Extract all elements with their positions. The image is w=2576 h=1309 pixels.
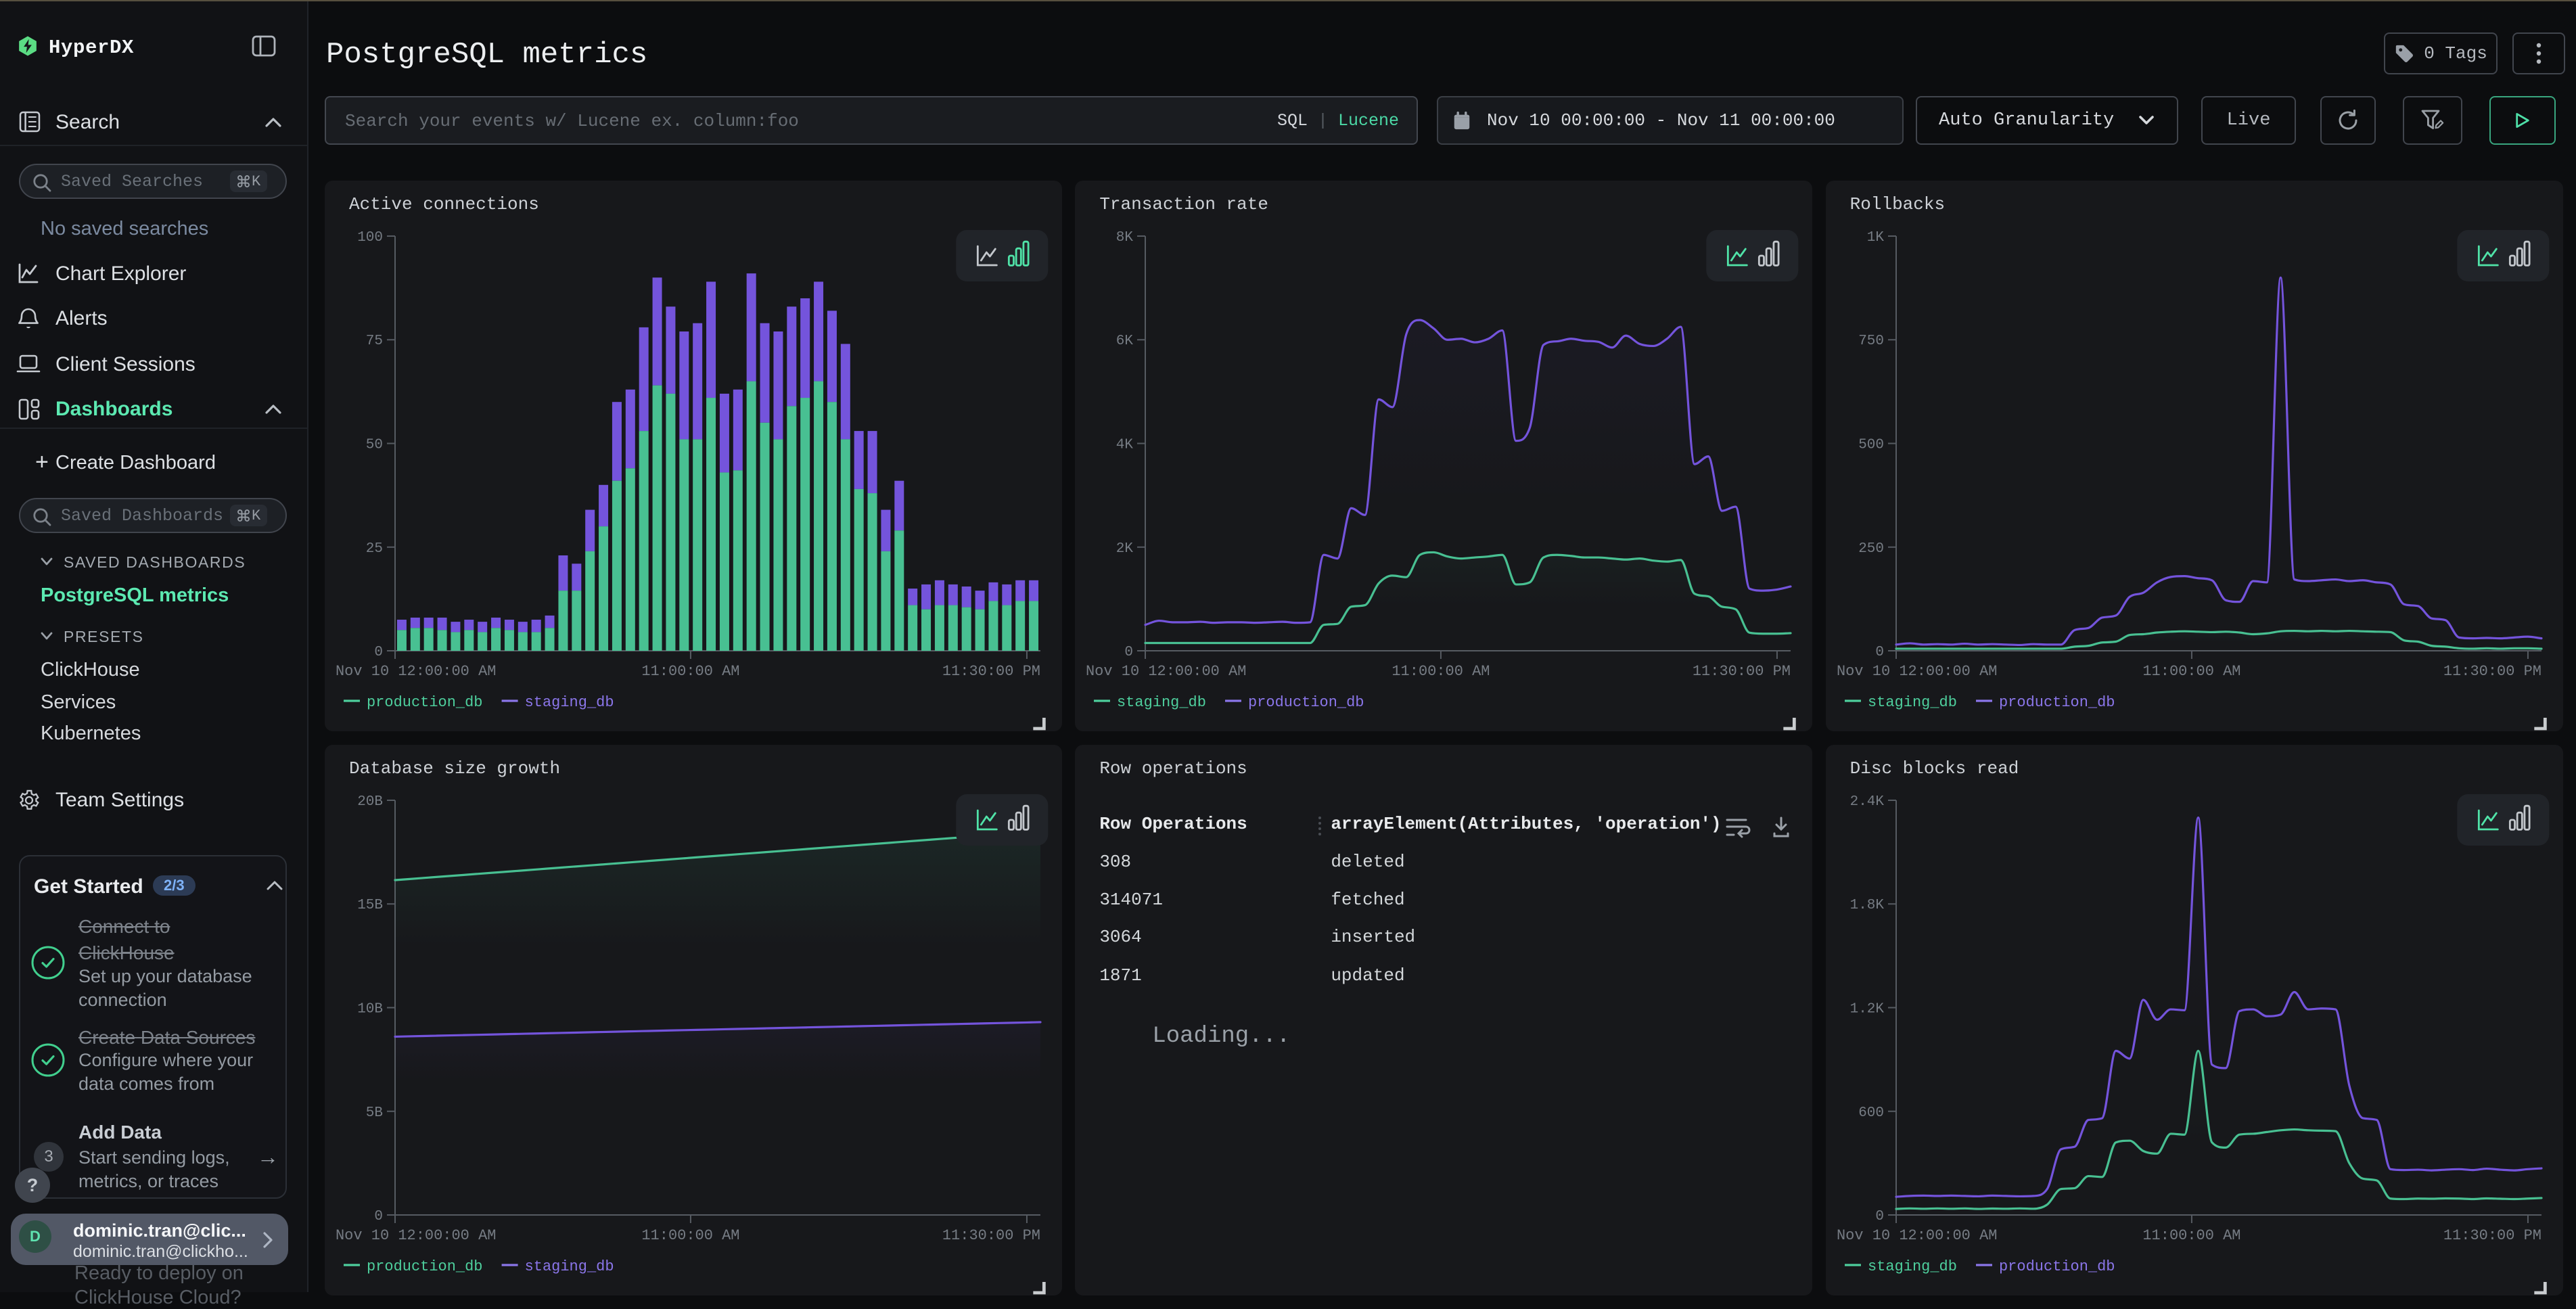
svg-text:500: 500	[1858, 438, 1884, 453]
svg-text:staging_db: staging_db	[525, 694, 614, 711]
svg-text:staging_db: staging_db	[525, 1258, 614, 1275]
svg-text:0: 0	[374, 645, 383, 660]
svg-text:2K: 2K	[1116, 541, 1134, 557]
svg-text:0: 0	[374, 1209, 383, 1224]
svg-text:production_db: production_db	[1999, 694, 2115, 711]
svg-text:11:30:00 PM: 11:30:00 PM	[2443, 1227, 2542, 1244]
svg-text:0: 0	[1875, 645, 1884, 660]
svg-text:Nov 10 12:00:00 AM: Nov 10 12:00:00 AM	[1837, 663, 1997, 680]
svg-text:11:30:00 PM: 11:30:00 PM	[2443, 663, 2542, 680]
svg-text:production_db: production_db	[367, 694, 483, 711]
svg-text:Nov 10 12:00:00 AM: Nov 10 12:00:00 AM	[1086, 663, 1246, 680]
svg-text:11:30:00 PM: 11:30:00 PM	[942, 1227, 1040, 1244]
svg-text:250: 250	[1858, 541, 1884, 557]
svg-text:8K: 8K	[1116, 230, 1134, 246]
svg-text:100: 100	[357, 230, 383, 246]
svg-text:600: 600	[1858, 1105, 1884, 1121]
svg-text:10B: 10B	[357, 1002, 383, 1017]
svg-text:6K: 6K	[1116, 334, 1134, 349]
svg-text:staging_db: staging_db	[1117, 694, 1206, 711]
svg-text:11:30:00 PM: 11:30:00 PM	[942, 663, 1040, 680]
svg-text:Nov 10 12:00:00 AM: Nov 10 12:00:00 AM	[336, 1227, 496, 1244]
svg-text:75: 75	[366, 334, 383, 349]
svg-text:11:00:00 AM: 11:00:00 AM	[1392, 663, 1490, 680]
svg-text:staging_db: staging_db	[1868, 1258, 1957, 1275]
svg-text:1.2K: 1.2K	[1849, 1002, 1884, 1017]
svg-text:1.8K: 1.8K	[1849, 898, 1884, 913]
svg-text:Nov 10 12:00:00 AM: Nov 10 12:00:00 AM	[336, 663, 496, 680]
svg-text:11:30:00 PM: 11:30:00 PM	[1693, 663, 1791, 680]
svg-text:11:00:00 AM: 11:00:00 AM	[641, 663, 739, 680]
svg-text:20B: 20B	[357, 794, 383, 810]
svg-text:50: 50	[366, 438, 383, 453]
svg-text:production_db: production_db	[367, 1258, 483, 1275]
svg-text:11:00:00 AM: 11:00:00 AM	[641, 1227, 739, 1244]
svg-text:25: 25	[366, 541, 383, 557]
svg-text:production_db: production_db	[1248, 694, 1364, 711]
svg-text:11:00:00 AM: 11:00:00 AM	[2142, 1227, 2240, 1244]
svg-text:750: 750	[1858, 334, 1884, 349]
svg-text:4K: 4K	[1116, 438, 1134, 453]
svg-text:Nov 10 12:00:00 AM: Nov 10 12:00:00 AM	[1837, 1227, 1997, 1244]
svg-text:0: 0	[1875, 1209, 1884, 1224]
svg-text:2.4K: 2.4K	[1849, 794, 1884, 810]
svg-text:0: 0	[1125, 645, 1134, 660]
svg-text:15B: 15B	[357, 898, 383, 913]
svg-text:production_db: production_db	[1999, 1258, 2115, 1275]
svg-text:staging_db: staging_db	[1868, 694, 1957, 711]
svg-text:5B: 5B	[366, 1105, 383, 1121]
svg-text:11:00:00 AM: 11:00:00 AM	[2142, 663, 2240, 680]
svg-text:1K: 1K	[1866, 230, 1884, 246]
